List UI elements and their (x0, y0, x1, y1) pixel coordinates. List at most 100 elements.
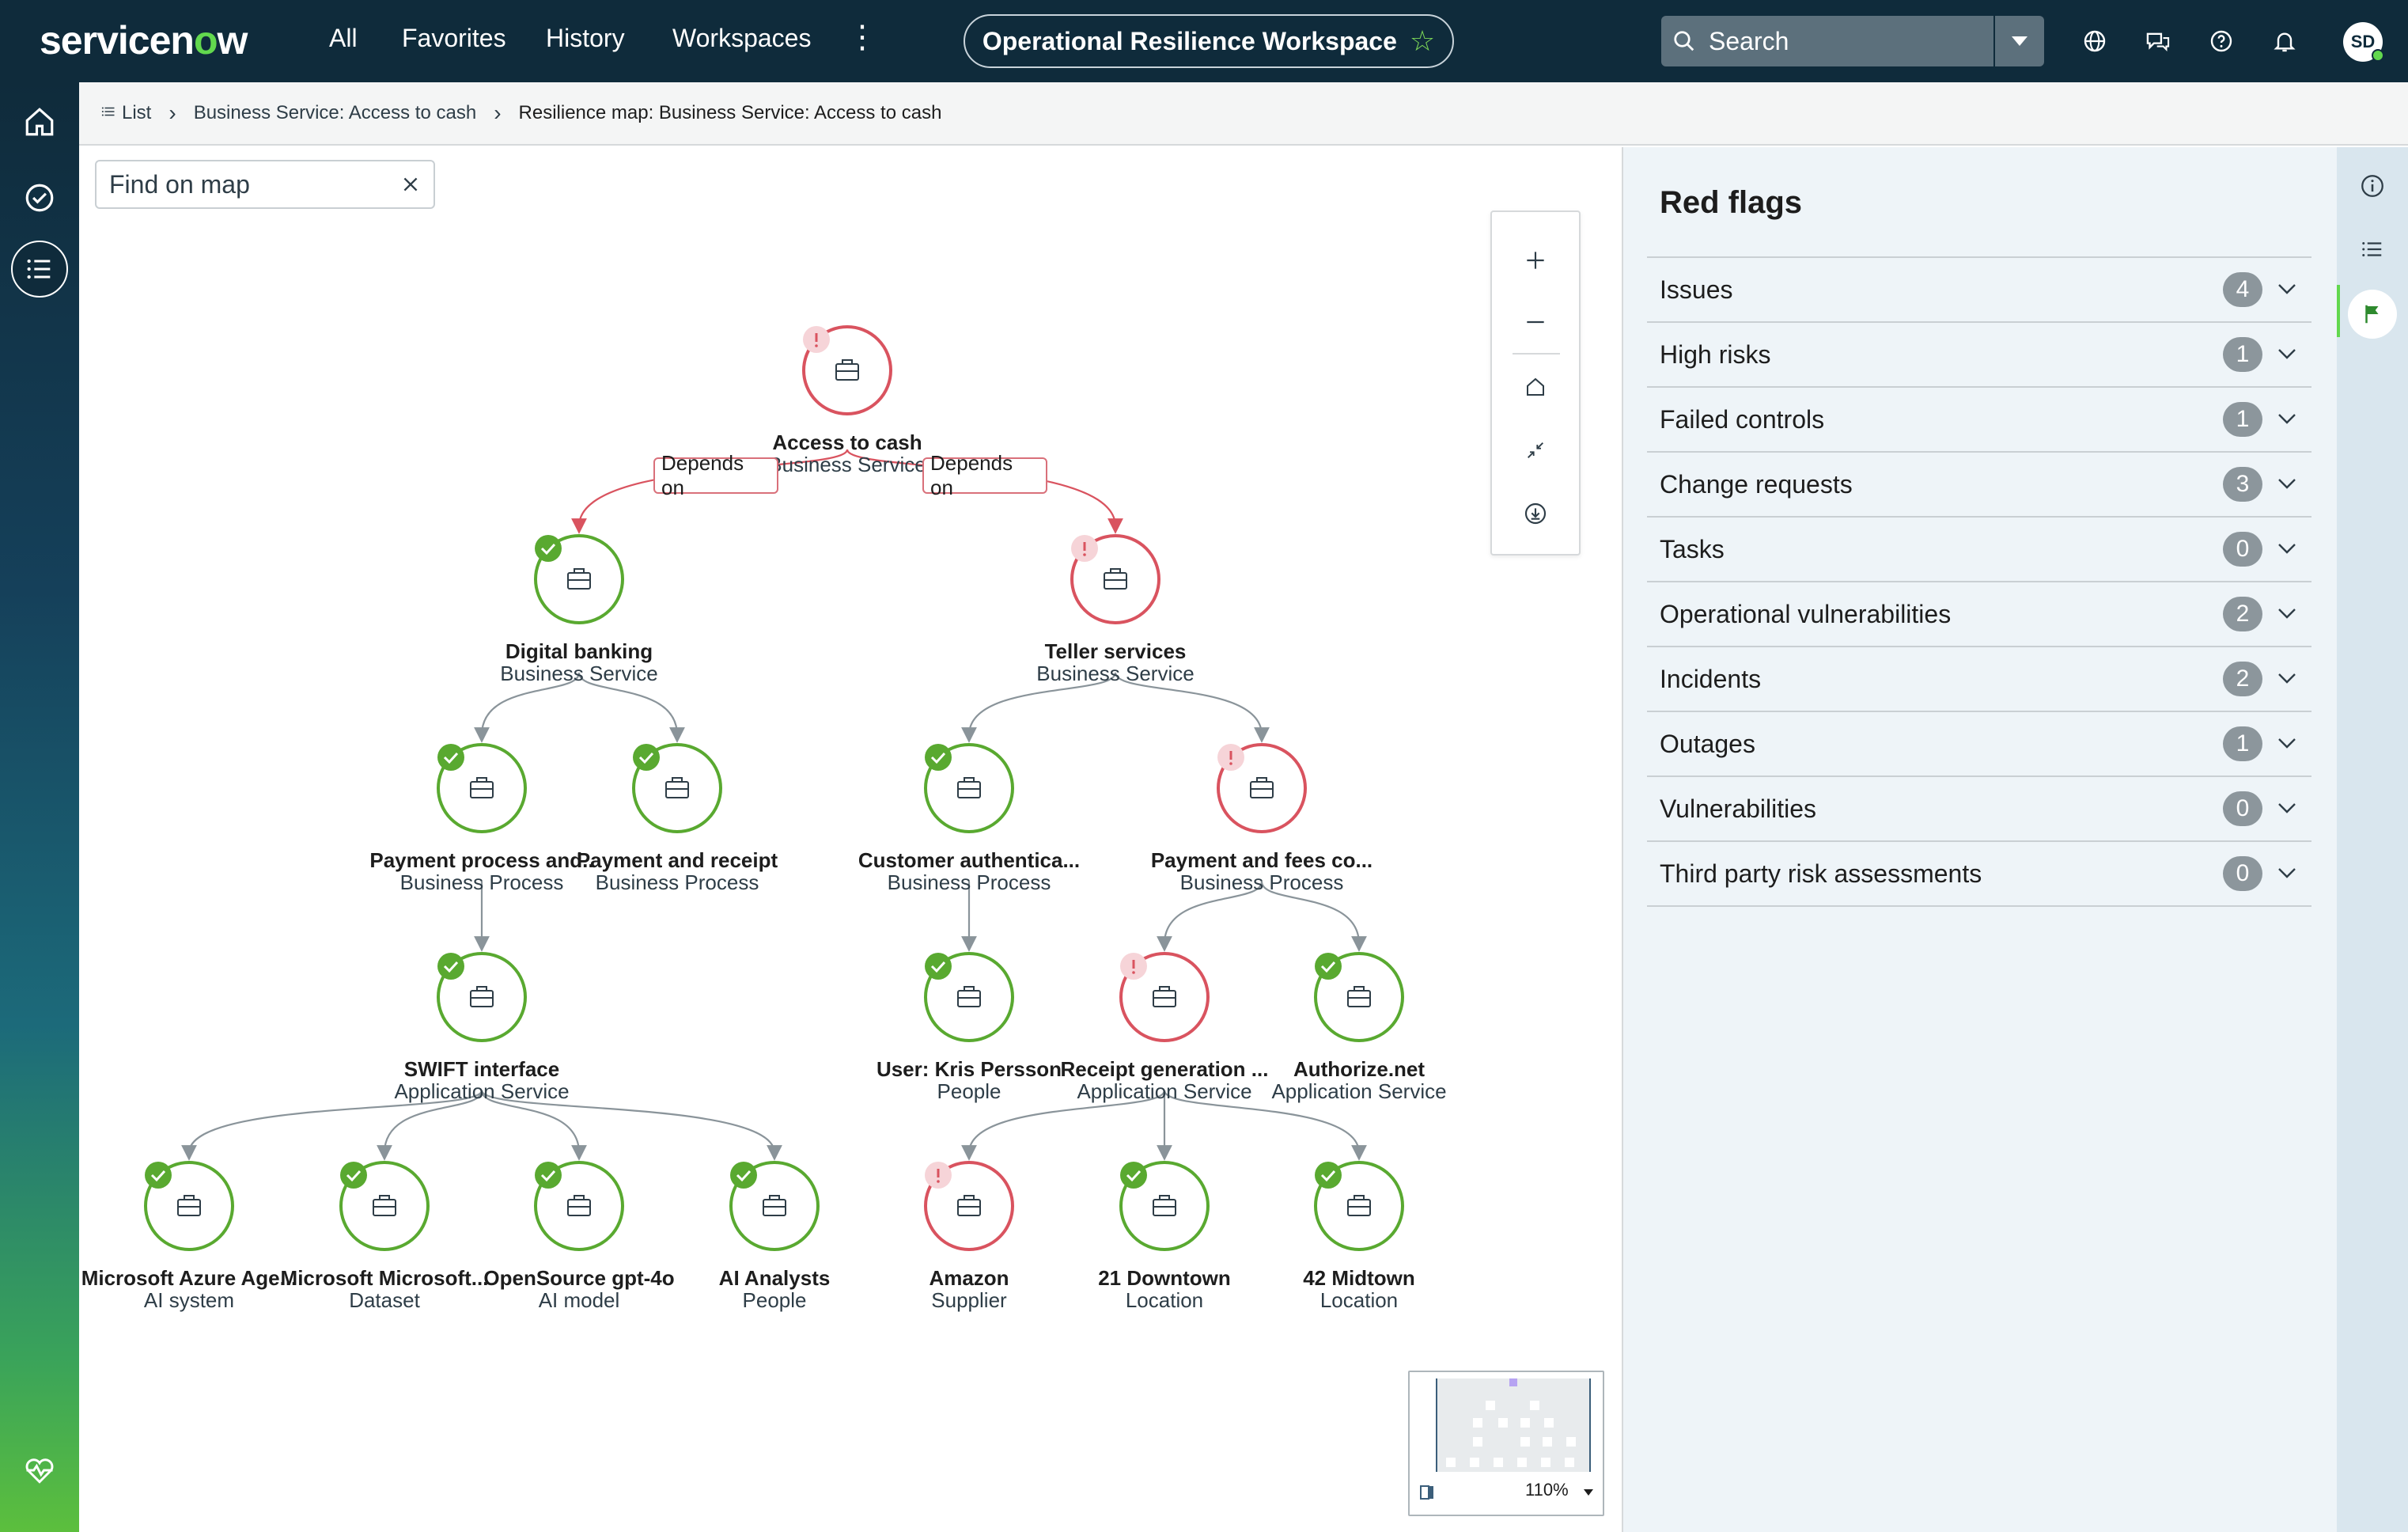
red-flag-icon[interactable] (2348, 290, 2397, 339)
red-flag-label: Change requests (1660, 469, 1853, 499)
chevron-down-icon[interactable] (2277, 606, 2297, 620)
chevron-down-icon[interactable] (2277, 866, 2297, 880)
red-flag-row[interactable]: Change requests 3 (1647, 453, 2311, 518)
chevron-down-icon[interactable] (2277, 411, 2297, 426)
red-flag-row[interactable]: Issues 4 (1647, 258, 2311, 323)
home-icon[interactable] (11, 93, 68, 150)
node-title[interactable]: 42 Midtown (1240, 1266, 1478, 1291)
red-flag-label: Outages (1660, 729, 1755, 758)
red-flag-count-badge: 4 (2223, 272, 2262, 307)
chevron-right-icon: › (494, 100, 502, 125)
global-search[interactable]: Search (1661, 16, 1993, 66)
edge-label-depends-on: Depends on (653, 451, 778, 499)
node-type: Business Process (595, 870, 759, 894)
list-lines-icon[interactable] (101, 102, 115, 124)
node-type: Business Process (1179, 870, 1344, 894)
edge-label-depends-on: Depends on (922, 451, 1047, 499)
red-flag-count-badge: 1 (2223, 337, 2262, 372)
node-type: Business Service (500, 662, 658, 685)
node-title[interactable]: Teller services (997, 639, 1234, 664)
chevron-down-icon[interactable] (2277, 347, 2297, 361)
nav-all[interactable]: All (329, 24, 358, 53)
red-flag-row[interactable]: Outages 1 (1647, 712, 2311, 777)
breadcrumb-list[interactable]: List (122, 102, 151, 124)
list-icon[interactable] (11, 241, 68, 298)
red-flag-label: Failed controls (1660, 404, 1825, 434)
workspace-title: Operational Resilience Workspace (982, 26, 1397, 55)
find-on-map-placeholder: Find on map (109, 169, 250, 199)
chevron-down-icon[interactable] (2277, 541, 2297, 556)
right-rail (2337, 147, 2408, 1532)
red-flag-label: Third party risk assessments (1660, 859, 1982, 888)
zoom-level[interactable]: 110% (1525, 1480, 1569, 1500)
resilience-map-canvas[interactable] (79, 147, 1622, 1532)
red-flag-row[interactable]: Third party risk assessments 0 (1647, 842, 2311, 907)
red-flag-count-badge: 0 (2223, 856, 2262, 891)
node-title[interactable]: Digital banking (460, 639, 698, 664)
find-on-map-input[interactable]: Find on map (95, 160, 435, 209)
globe-icon[interactable] (2077, 24, 2112, 59)
more-menu-icon[interactable]: ⋮ (846, 19, 878, 55)
node-type: Application Service (1271, 1079, 1447, 1103)
heart-pulse-icon[interactable] (11, 1442, 68, 1499)
minimap[interactable] (1408, 1371, 1604, 1516)
red-flag-row[interactable]: High risks 1 (1647, 323, 2311, 388)
node-title[interactable]: Payment and receipt (558, 848, 796, 873)
red-flag-label: Tasks (1660, 534, 1725, 563)
clear-close-icon[interactable] (400, 174, 421, 195)
red-flag-label: High risks (1660, 339, 1771, 369)
chevron-down-icon[interactable] (2277, 736, 2297, 750)
nav-workspaces[interactable]: Workspaces (672, 24, 811, 53)
node-title[interactable]: Payment and fees co... (1143, 848, 1380, 873)
red-flag-label: Issues (1660, 275, 1733, 304)
left-rail (0, 82, 79, 1532)
notifications-bell-icon[interactable] (2267, 24, 2302, 59)
chevron-down-icon[interactable] (2277, 671, 2297, 685)
help-icon[interactable] (2204, 24, 2239, 59)
red-flags-title: Red flags (1660, 185, 1803, 220)
top-navigation-bar: servicenow All Favorites History Workspa… (0, 0, 2408, 82)
red-flag-row[interactable]: Operational vulnerabilities 2 (1647, 582, 2311, 647)
details-list-icon[interactable] (2354, 231, 2391, 267)
zoom-out-minus-icon[interactable] (1492, 294, 1579, 350)
red-flag-row[interactable]: Vulnerabilities 0 (1647, 777, 2311, 842)
download-icon[interactable] (1492, 486, 1579, 541)
node-title[interactable]: SWIFT interface (363, 1057, 600, 1082)
chevron-down-icon[interactable] (2277, 801, 2297, 815)
red-flag-row[interactable]: Incidents 2 (1647, 647, 2311, 712)
zoom-divider (1513, 353, 1560, 355)
search-placeholder: Search (1709, 26, 1789, 55)
favorite-star-icon[interactable]: ☆ (1410, 25, 1435, 58)
servicenow-logo[interactable]: servicenow (40, 17, 248, 63)
map-home-icon[interactable] (1492, 359, 1579, 415)
map-zoom-controls (1490, 210, 1581, 556)
red-flag-row[interactable]: Tasks 0 (1647, 518, 2311, 582)
active-tab-indicator (2337, 285, 2340, 337)
chevron-down-icon[interactable] (2277, 476, 2297, 491)
red-flag-row[interactable]: Failed controls 1 (1647, 388, 2311, 453)
info-icon[interactable] (2354, 168, 2391, 204)
workspace-title-pill[interactable]: Operational Resilience Workspace ☆ (964, 14, 1454, 68)
nav-history[interactable]: History (546, 24, 625, 53)
presence-status-dot (2372, 49, 2384, 62)
node-title[interactable]: Authorize.net (1240, 1057, 1478, 1082)
red-flag-count-badge: 1 (2223, 726, 2262, 761)
red-flag-count-badge: 0 (2223, 532, 2262, 567)
search-scope-dropdown[interactable] (1995, 16, 2044, 66)
breadcrumb-business-service[interactable]: Business Service: Access to cash (194, 102, 477, 124)
zoom-in-plus-icon[interactable] (1492, 233, 1579, 288)
chevron-down-icon[interactable] (2277, 282, 2297, 296)
node-type: Application Service (394, 1079, 570, 1103)
node-type: Business Process (887, 870, 1051, 894)
chat-icon[interactable] (2141, 24, 2175, 59)
red-flag-count-badge: 1 (2223, 402, 2262, 437)
red-flag-label: Vulnerabilities (1660, 794, 1817, 823)
check-circle-icon[interactable] (11, 169, 68, 226)
red-flag-label: Incidents (1660, 664, 1762, 693)
red-flag-count-badge: 2 (2223, 597, 2262, 631)
collapse-arrows-icon[interactable] (1492, 423, 1579, 478)
red-flag-count-badge: 2 (2223, 662, 2262, 696)
nav-favorites[interactable]: Favorites (402, 24, 506, 53)
breadcrumb-current: Resilience map: Business Service: Access… (518, 102, 942, 123)
node-title[interactable]: Customer authentica... (850, 848, 1088, 873)
